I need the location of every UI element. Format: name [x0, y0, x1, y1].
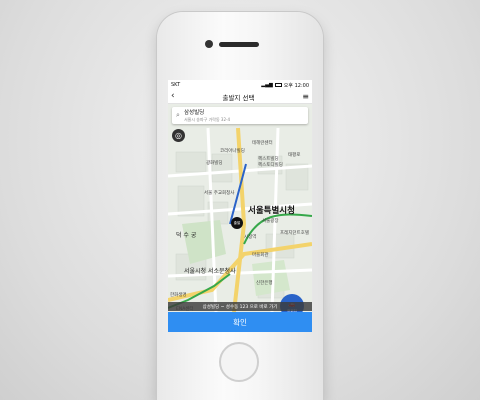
- map-label: 서울광장: [262, 219, 279, 224]
- map-label: 서울시청 서소문청사: [184, 268, 236, 275]
- map-label: 헥스토디빌딩: [258, 163, 283, 168]
- search-subtitle: 서울시 송파구 가락동 32-4: [184, 117, 231, 122]
- front-camera: [205, 40, 213, 48]
- route-summary-bar[interactable]: 삼성빌딩 ~ 성수동 123 으로 바로 가기: [168, 302, 312, 311]
- phone-frame: SKT ▂▄▆ 오후 12:00 ‹ 출발지 선택 ≡ 코리아나빌딩 테헤란센터…: [157, 12, 323, 400]
- home-button[interactable]: [219, 342, 259, 382]
- back-arrow-icon[interactable]: ‹: [171, 92, 175, 101]
- carrier-label: SKT: [171, 82, 181, 88]
- search-icon: ⌕: [176, 111, 180, 119]
- search-box[interactable]: ⌕ 삼성빌딩 서울시 송파구 가락동 32-4: [172, 107, 308, 124]
- status-bar: SKT ▂▄▆ 오후 12:00: [168, 80, 312, 90]
- map-label: 태평로: [288, 153, 301, 158]
- compass-icon[interactable]: ◎: [172, 129, 185, 142]
- map-label: 서울 주교회청사: [204, 191, 235, 196]
- map-label: 한화생명: [170, 293, 187, 298]
- map-label: 테헤란센터: [252, 141, 273, 146]
- battery-icon: [274, 83, 282, 87]
- status-time: 오후 12:00: [283, 82, 309, 89]
- app-screen: SKT ▂▄▆ 오후 12:00 ‹ 출발지 선택 ≡ 코리아나빌딩 테헤란센터…: [168, 80, 312, 332]
- map-view[interactable]: 코리아나빌딩 테헤란센터 헥스트빌딩 헥스토디빌딩 태평로 서울 주교회청사 광…: [168, 104, 312, 318]
- map-label: 마을회관: [252, 253, 269, 258]
- signal-icon: ▂▄▆: [261, 82, 273, 88]
- search-title: 삼성빌딩: [184, 110, 205, 116]
- confirm-button[interactable]: 확인: [168, 312, 312, 332]
- map-label: 광화빌딩: [206, 161, 223, 166]
- page-title: 출발지 선택: [222, 93, 255, 102]
- earpiece-speaker: [219, 42, 259, 47]
- map-label-deoksugung: 덕 수 궁: [176, 232, 197, 239]
- map-label: 신한은행: [256, 281, 273, 286]
- map-label: 코리아나빌딩: [220, 149, 245, 154]
- map-label-city-hall: 서울특별시청: [248, 206, 295, 216]
- menu-icon[interactable]: ≡: [302, 92, 309, 101]
- status-right: ▂▄▆ 오후 12:00: [261, 82, 309, 89]
- navigation-bar: ‹ 출발지 선택 ≡: [168, 90, 312, 104]
- map-label: 프레지던트호텔: [280, 231, 309, 236]
- origin-pin-icon[interactable]: 출발: [231, 217, 243, 229]
- map-label: 시청역: [244, 235, 257, 240]
- search-text: 삼성빌딩 서울시 송파구 가락동 32-4: [184, 108, 230, 123]
